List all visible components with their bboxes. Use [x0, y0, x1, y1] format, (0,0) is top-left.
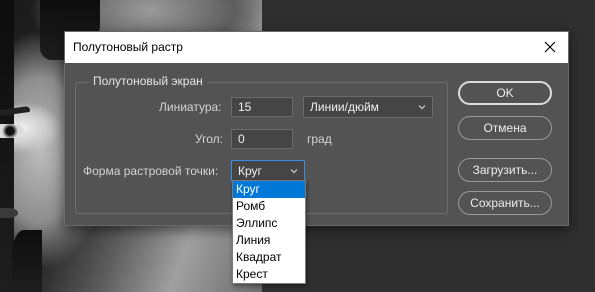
- dot-shape-select[interactable]: Круг: [231, 160, 305, 182]
- dialog-title: Полутоновый растр: [73, 40, 183, 54]
- cancel-button[interactable]: Отмена: [458, 116, 552, 140]
- dialog-titlebar[interactable]: Полутоновый растр: [65, 32, 568, 63]
- dot-shape-value: Круг: [238, 164, 262, 178]
- close-icon[interactable]: [542, 39, 558, 55]
- angle-unit-label: град: [307, 132, 332, 146]
- hair-shape: [12, 230, 42, 292]
- dropdown-option-circle[interactable]: Круг: [233, 181, 305, 198]
- dropdown-option-square[interactable]: Квадрат: [233, 249, 305, 266]
- dot-shape-label: Форма растровой точки:: [83, 164, 219, 178]
- lips-shape: [0, 208, 18, 218]
- angle-input[interactable]: [231, 129, 293, 149]
- frequency-unit-select[interactable]: Линии/дюйм: [303, 96, 433, 118]
- dropdown-option-cross[interactable]: Крест: [233, 266, 305, 283]
- chevron-down-icon: [417, 101, 427, 111]
- dropdown-option-line[interactable]: Линия: [233, 232, 305, 249]
- load-button[interactable]: Загрузить...: [458, 158, 552, 182]
- save-button[interactable]: Сохранить...: [458, 191, 552, 215]
- chevron-down-icon: [289, 165, 299, 175]
- ok-button[interactable]: OK: [458, 81, 552, 105]
- frequency-label: Линиатура:: [159, 100, 222, 114]
- eye-shape: [0, 124, 24, 138]
- group-legend: Полутоновый экран: [89, 74, 207, 88]
- halftone-dialog: Полутоновый растр Полутоновый экран Лини…: [64, 31, 569, 226]
- dropdown-option-diamond[interactable]: Ромб: [233, 198, 305, 215]
- dot-shape-dropdown-list: Круг Ромб Эллипс Линия Квадрат Крест: [232, 180, 306, 284]
- frequency-input[interactable]: [231, 97, 293, 117]
- frequency-unit-value: Линии/дюйм: [310, 100, 379, 114]
- angle-label: Угол:: [195, 132, 223, 146]
- dropdown-option-ellipse[interactable]: Эллипс: [233, 215, 305, 232]
